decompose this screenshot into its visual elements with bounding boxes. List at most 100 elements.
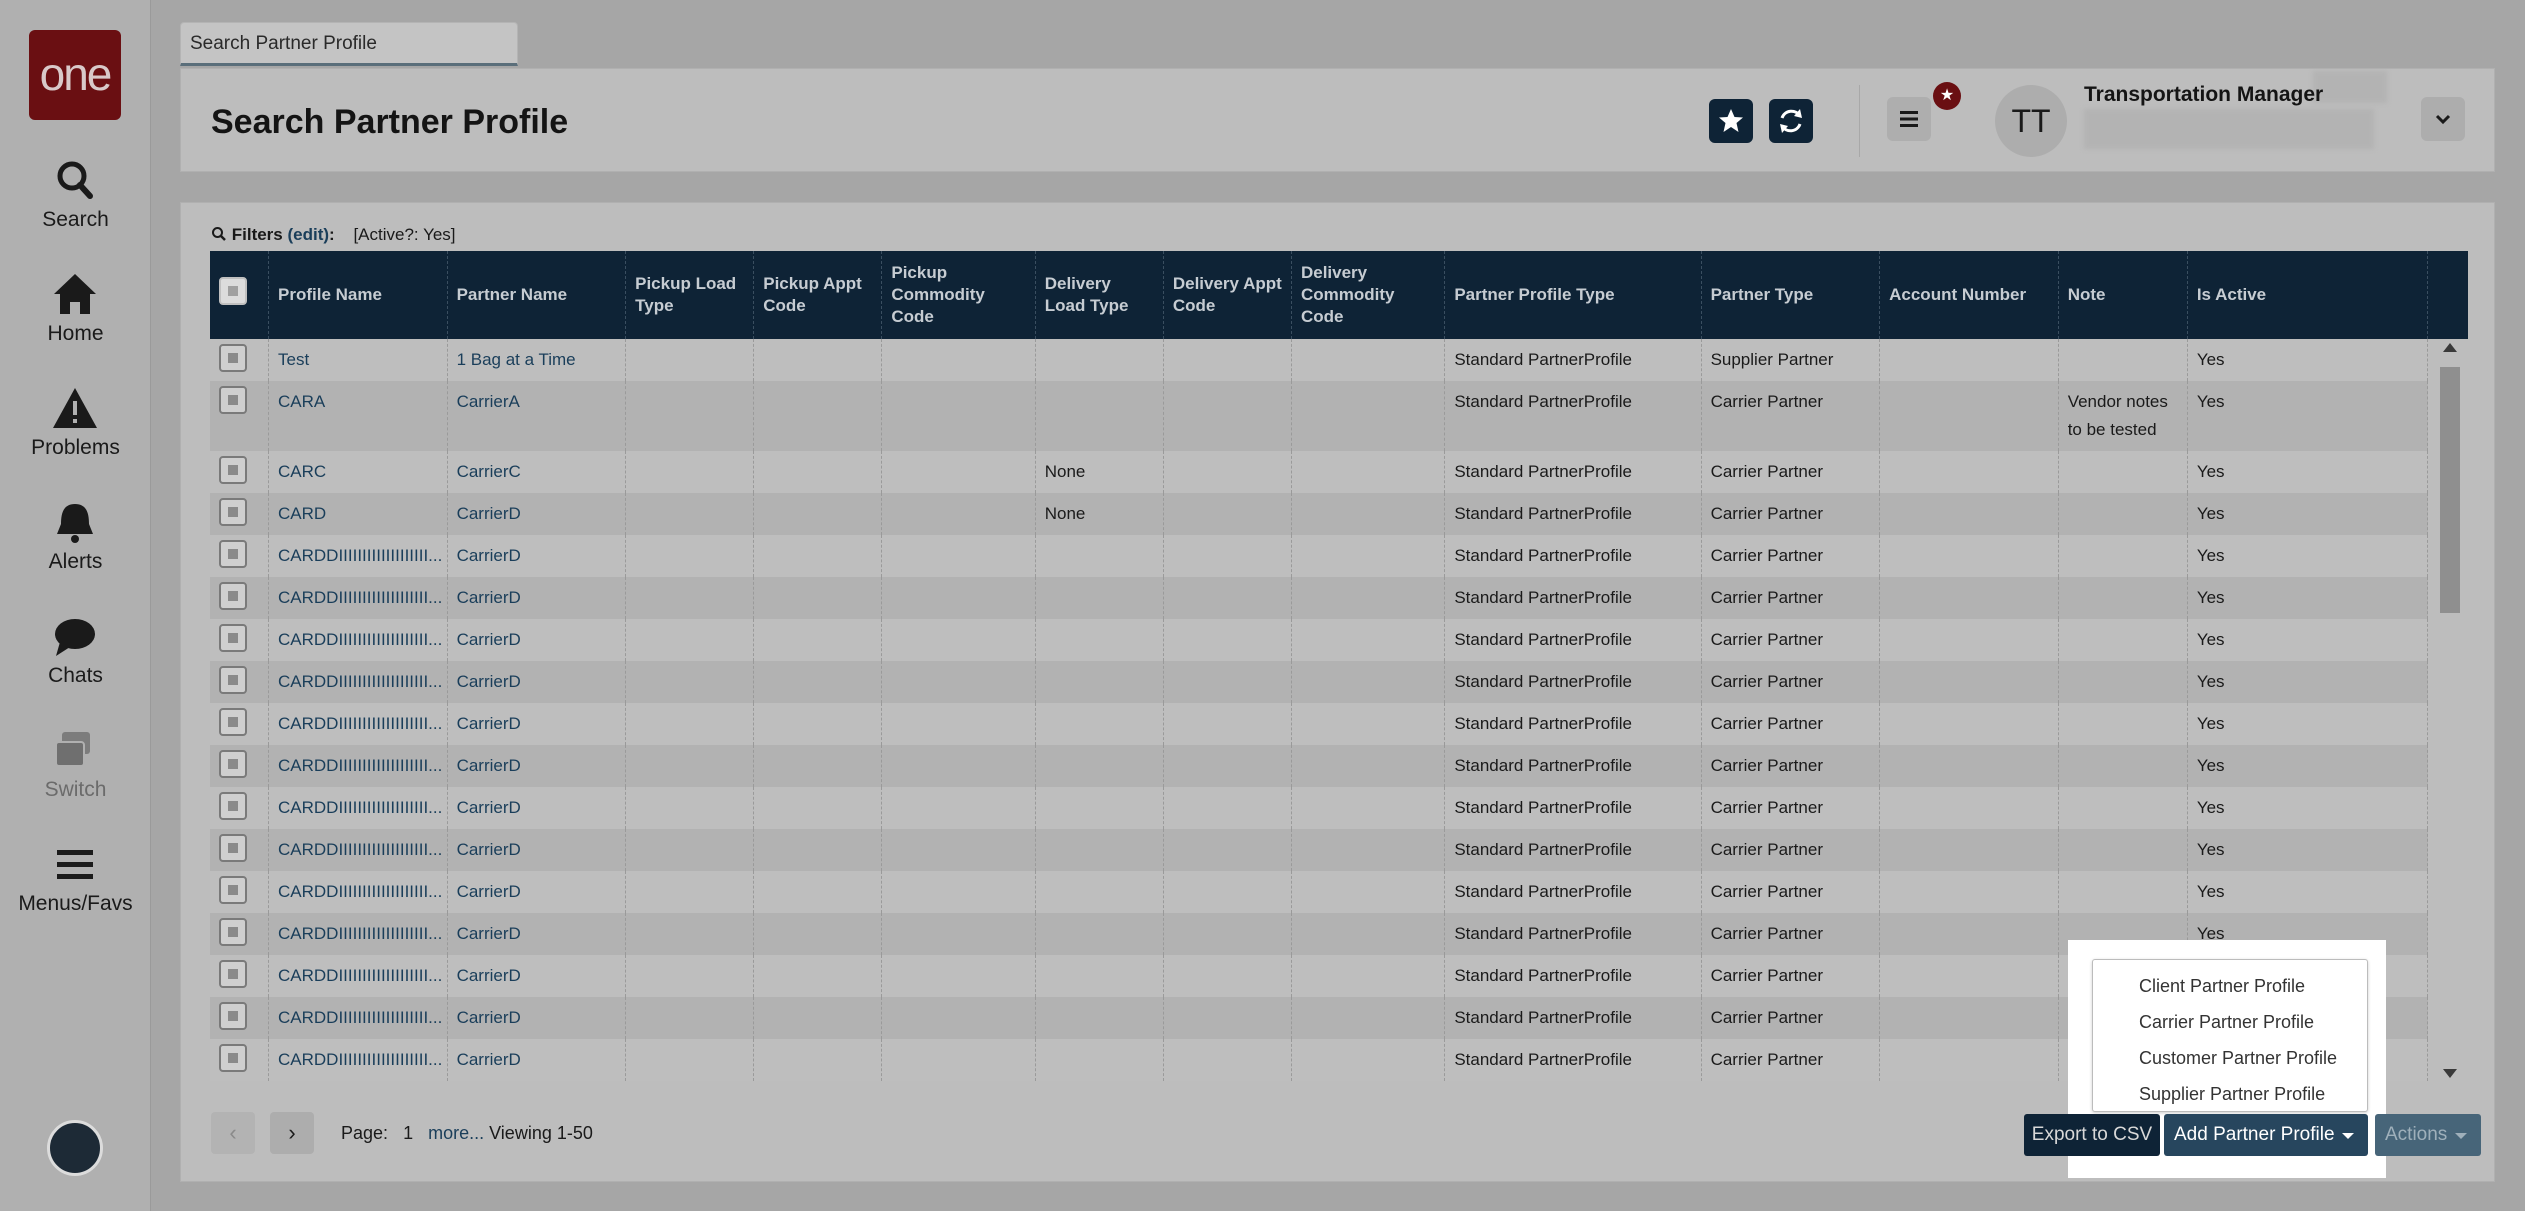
menu-item-client-partner-profile[interactable]: Client Partner Profile [2093, 968, 2367, 1004]
scroll-up-arrow-icon[interactable] [2443, 343, 2457, 352]
column-header[interactable]: Delivery Commodity Code [1291, 251, 1446, 339]
table-row[interactable]: CARDDIIIIIIIIIIIIIIIIIII... CarrierD Stand… [210, 535, 2429, 577]
column-header[interactable]: Account Number [1879, 251, 2059, 339]
row-checkbox[interactable] [219, 540, 247, 568]
nav-menus-favs[interactable]: Menus/Favs [0, 842, 151, 916]
partner-name-link[interactable]: CarrierD [447, 703, 627, 745]
profile-name-link[interactable]: CARDDIIIIIIIIIIIIIIIIIII... [268, 955, 448, 997]
favorite-button[interactable] [1709, 99, 1753, 143]
nav-chats[interactable]: Chats [0, 614, 151, 688]
row-checkbox[interactable] [219, 876, 247, 904]
column-header[interactable]: Pickup Appt Code [753, 251, 883, 339]
column-header[interactable]: Delivery Load Type [1035, 251, 1164, 339]
table-row[interactable]: CARDDIIIIIIIIIIIIIIIIIII... CarrierD Stand… [210, 703, 2429, 745]
partner-name-link[interactable]: 1 Bag at a Time [447, 339, 627, 381]
profile-name-link[interactable]: CARDDIIIIIIIIIIIIIIIIIII... [268, 1039, 448, 1081]
table-row[interactable]: CARDDIIIIIIIIIIIIIIIIIII... CarrierD Stand… [210, 619, 2429, 661]
table-row[interactable]: CARA CarrierA Standard PartnerProfile Carri… [210, 381, 2429, 451]
partner-name-link[interactable]: CarrierC [447, 451, 627, 493]
row-checkbox[interactable] [219, 1002, 247, 1030]
column-header[interactable]: Partner Profile Type [1444, 251, 1702, 339]
filters-edit-link[interactable]: (edit) [288, 225, 330, 244]
user-menu-dropdown[interactable] [2421, 97, 2465, 141]
menu-item-carrier-partner-profile[interactable]: Carrier Partner Profile [2093, 1004, 2367, 1040]
table-row[interactable]: CARDDIIIIIIIIIIIIIIIIIII... CarrierD Stand… [210, 577, 2429, 619]
user-profile-picture[interactable] [47, 1120, 103, 1176]
table-row[interactable]: CARD CarrierD None Standard PartnerProfile C… [210, 493, 2429, 535]
partner-name-link[interactable]: CarrierD [447, 493, 627, 535]
partner-name-link[interactable]: CarrierD [447, 913, 627, 955]
profile-name-link[interactable]: CARDDIIIIIIIIIIIIIIIIIII... [268, 745, 448, 787]
table-row[interactable]: CARDDIIIIIIIIIIIIIIIIIII... CarrierD Stand… [210, 787, 2429, 829]
menu-item-customer-partner-profile[interactable]: Customer Partner Profile [2093, 1040, 2367, 1076]
more-pages-link[interactable]: more... [428, 1123, 484, 1143]
row-checkbox[interactable] [219, 918, 247, 946]
column-header[interactable]: Note [2058, 251, 2188, 339]
profile-name-link[interactable]: CARDDIIIIIIIIIIIIIIIIIII... [268, 997, 448, 1039]
scrollbar-thumb[interactable] [2440, 367, 2460, 613]
table-row[interactable]: CARDDIIIIIIIIIIIIIIIIIII... CarrierD Stand… [210, 745, 2429, 787]
menu-item-supplier-partner-profile[interactable]: Supplier Partner Profile [2093, 1076, 2367, 1112]
profile-name-link[interactable]: CARDDIIIIIIIIIIIIIIIIIII... [268, 829, 448, 871]
avatar[interactable]: TT [1995, 85, 2067, 157]
profile-name-link[interactable]: CARDDIIIIIIIIIIIIIIIIIII... [268, 787, 448, 829]
column-header[interactable]: Is Active [2187, 251, 2429, 339]
column-header[interactable]: Partner Name [447, 251, 627, 339]
partner-name-link[interactable]: CarrierD [447, 619, 627, 661]
column-header[interactable]: Pickup Commodity Code [881, 251, 1036, 339]
table-row[interactable]: CARDDIIIIIIIIIIIIIIIIIII... CarrierD Stand… [210, 829, 2429, 871]
grid-scrollbar[interactable] [2428, 339, 2468, 1087]
row-checkbox[interactable] [219, 960, 247, 988]
prev-page-button[interactable]: ‹ [211, 1112, 255, 1154]
profile-name-link[interactable]: CARA [268, 381, 448, 451]
column-header[interactable]: Delivery Appt Code [1163, 251, 1292, 339]
notifications-menu-button[interactable] [1887, 97, 1931, 141]
add-partner-profile-button[interactable]: Add Partner Profile [2164, 1114, 2368, 1156]
row-checkbox[interactable] [219, 792, 247, 820]
next-page-button[interactable]: › [270, 1112, 314, 1154]
column-header[interactable]: Partner Type [1701, 251, 1881, 339]
profile-name-link[interactable]: CARDDIIIIIIIIIIIIIIIIIII... [268, 619, 448, 661]
column-header[interactable]: Profile Name [268, 251, 448, 339]
profile-name-link[interactable]: CARDDIIIIIIIIIIIIIIIIIII... [268, 913, 448, 955]
profile-name-link[interactable]: CARDDIIIIIIIIIIIIIIIIIII... [268, 535, 448, 577]
row-checkbox[interactable] [219, 582, 247, 610]
row-checkbox[interactable] [219, 386, 247, 414]
profile-name-link[interactable]: CARC [268, 451, 448, 493]
partner-name-link[interactable]: CarrierD [447, 661, 627, 703]
table-row[interactable]: CARDDIIIIIIIIIIIIIIIIIII... CarrierD Stand… [210, 871, 2429, 913]
table-row[interactable]: Test 1 Bag at a Time Standard PartnerProfi… [210, 339, 2429, 381]
nav-alerts[interactable]: Alerts [0, 500, 151, 574]
partner-name-link[interactable]: CarrierD [447, 871, 627, 913]
row-checkbox[interactable] [219, 708, 247, 736]
partner-name-link[interactable]: CarrierD [447, 577, 627, 619]
refresh-button[interactable] [1769, 99, 1813, 143]
table-row[interactable]: CARC CarrierC None Standard PartnerProfile C… [210, 451, 2429, 493]
row-checkbox[interactable] [219, 1044, 247, 1072]
one-logo[interactable]: one [29, 30, 121, 120]
partner-name-link[interactable]: CarrierD [447, 535, 627, 577]
partner-name-link[interactable]: CarrierD [447, 997, 627, 1039]
table-row[interactable]: CARDDIIIIIIIIIIIIIIIIIII... CarrierD Stand… [210, 661, 2429, 703]
profile-name-link[interactable]: CARDDIIIIIIIIIIIIIIIIIII... [268, 661, 448, 703]
profile-name-link[interactable]: CARDDIIIIIIIIIIIIIIIIIII... [268, 577, 448, 619]
row-checkbox[interactable] [219, 344, 247, 372]
nav-problems[interactable]: Problems [0, 386, 151, 460]
profile-name-link[interactable]: CARDDIIIIIIIIIIIIIIIIIII... [268, 703, 448, 745]
row-checkbox[interactable] [219, 456, 247, 484]
tab-search-partner-profile[interactable]: Search Partner Profile [180, 22, 518, 66]
partner-name-link[interactable]: CarrierD [447, 955, 627, 997]
row-checkbox[interactable] [219, 666, 247, 694]
row-checkbox[interactable] [219, 624, 247, 652]
profile-name-link[interactable]: CARDDIIIIIIIIIIIIIIIIIII... [268, 871, 448, 913]
row-checkbox[interactable] [219, 750, 247, 778]
profile-name-link[interactable]: Test [268, 339, 448, 381]
partner-name-link[interactable]: CarrierA [447, 381, 627, 451]
row-checkbox[interactable] [219, 834, 247, 862]
scroll-down-arrow-icon[interactable] [2443, 1069, 2457, 1078]
export-csv-button[interactable]: Export to CSV [2024, 1114, 2160, 1156]
actions-button[interactable]: Actions [2375, 1114, 2481, 1156]
partner-name-link[interactable]: CarrierD [447, 787, 627, 829]
nav-search[interactable]: Search [0, 158, 151, 232]
nav-home[interactable]: Home [0, 272, 151, 346]
